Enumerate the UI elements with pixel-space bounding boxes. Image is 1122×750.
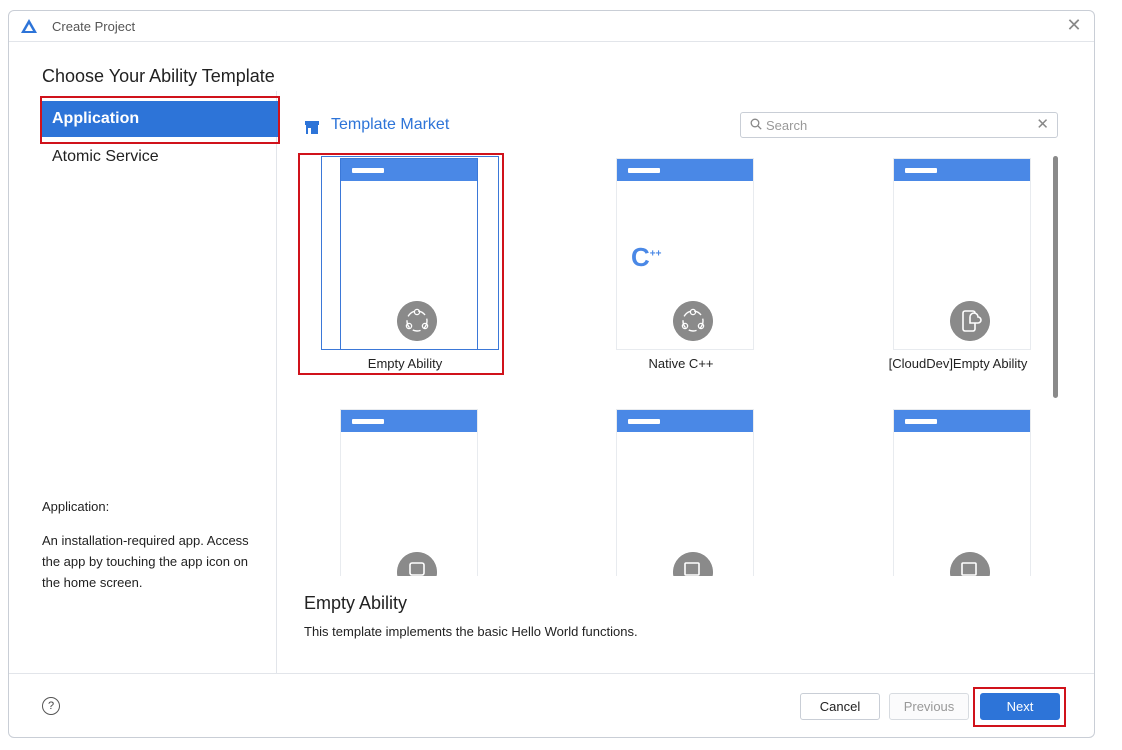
help-icon[interactable]: ? — [42, 697, 60, 715]
previous-button[interactable]: Previous — [889, 693, 969, 720]
template-card-native-cpp[interactable]: C++ Native C++ — [581, 154, 781, 384]
cloud-device-icon — [950, 301, 990, 341]
search-box: ✕ — [740, 112, 1058, 138]
highlight-box-next — [973, 687, 1066, 727]
create-project-dialog: Create Project ✕ Choose Your Ability Tem… — [8, 10, 1095, 738]
template-market-link[interactable]: Template Market — [331, 116, 449, 134]
template-label: Native C++ — [648, 356, 714, 371]
category-description-text: An installation-required app. Access the… — [42, 533, 249, 590]
page-title: Choose Your Ability Template — [42, 66, 275, 86]
search-icon — [750, 118, 762, 130]
template-preview — [894, 410, 1030, 576]
template-preview — [617, 410, 753, 576]
template-card[interactable] — [305, 405, 505, 576]
cancel-button[interactable]: Cancel — [800, 693, 880, 720]
selected-template-description: This template implements the basic Hello… — [304, 624, 638, 639]
scrollbar[interactable] — [1053, 156, 1058, 398]
clear-icon[interactable]: ✕ — [1036, 115, 1049, 133]
store-icon — [305, 121, 319, 134]
ability-circle-icon — [673, 301, 713, 341]
sidebar-item-label: Atomic Service — [52, 148, 159, 165]
deveco-logo-icon — [21, 19, 37, 33]
category-description-title: Application: — [42, 499, 110, 514]
title-bar: Create Project ✕ — [9, 11, 1094, 42]
sidebar-item-atomic-service[interactable]: Atomic Service — [42, 139, 278, 175]
footer-divider — [9, 673, 1094, 674]
template-label: [CloudDev]Empty Ability — [888, 356, 1028, 371]
close-icon[interactable]: ✕ — [1064, 16, 1084, 36]
highlight-box-sidebar — [40, 96, 280, 144]
template-preview — [341, 410, 477, 576]
cpp-icon: C++ — [631, 242, 662, 272]
selected-template-name: Empty Ability — [304, 593, 408, 613]
search-input[interactable] — [766, 116, 1026, 134]
template-card-clouddev-empty-ability[interactable]: [CloudDev]Empty Ability — [858, 154, 1054, 384]
highlight-box-template — [298, 153, 504, 375]
template-card[interactable] — [858, 405, 1054, 576]
template-card[interactable] — [581, 405, 781, 576]
window-title: Create Project — [52, 19, 136, 34]
